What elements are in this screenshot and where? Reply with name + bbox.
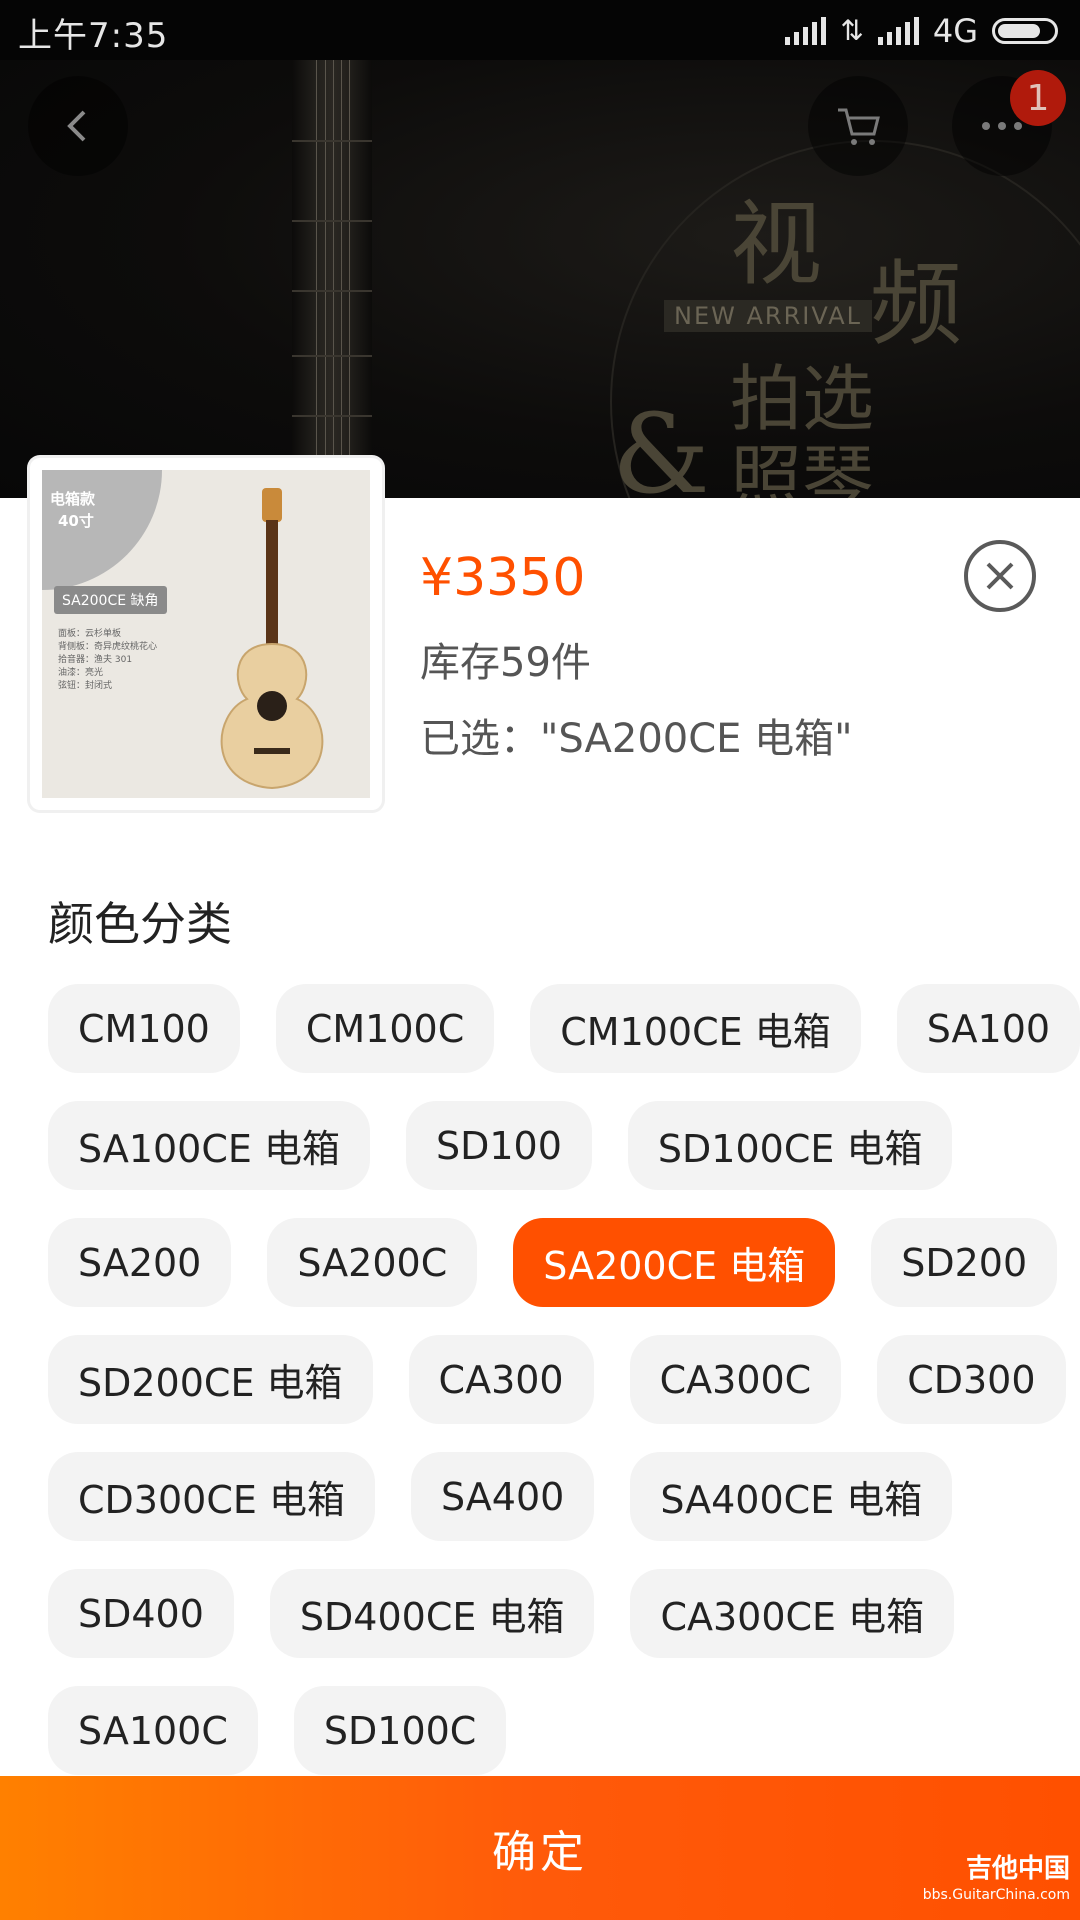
thumbnail-corner-badge: 电箱款 40寸 xyxy=(42,470,162,590)
variant-option[interactable]: CA300C xyxy=(629,1335,842,1424)
network-type: 4G xyxy=(932,12,978,50)
guitar-neck-image xyxy=(292,60,372,500)
section-title: 颜色分类 xyxy=(48,897,232,951)
variant-option[interactable]: CM100CE 电箱 xyxy=(530,984,861,1073)
variant-option[interactable]: SD100C xyxy=(293,1686,507,1775)
chevron-left-icon xyxy=(67,110,86,142)
corner-text: 电箱款 xyxy=(50,490,96,508)
data-transfer-icon: ⇅ xyxy=(840,14,864,47)
cart-icon xyxy=(838,108,880,145)
spec-line: 油漆：亮光 xyxy=(58,668,104,678)
back-button[interactable] xyxy=(28,76,128,176)
spec-line: 背侧板：奇异虎纹桃花心 xyxy=(58,642,158,652)
variant-option[interactable]: CA300CE 电箱 xyxy=(630,1569,955,1658)
option-row: CD300CE 电箱 SA400 SA400CE 电箱 xyxy=(48,1452,1048,1541)
spec-line: 面板：云杉单板 xyxy=(58,629,122,639)
variant-option[interactable]: SD100CE 电箱 xyxy=(627,1101,953,1190)
variant-option[interactable]: SD200CE 电箱 xyxy=(48,1335,373,1424)
guitar-image xyxy=(220,488,324,790)
variant-option[interactable]: CM100C xyxy=(275,984,495,1073)
variant-option[interactable]: CM100 xyxy=(48,984,240,1073)
selected-variant: 已选："SA200CE 电箱" xyxy=(420,716,853,762)
variant-option[interactable]: SD200 xyxy=(871,1218,1058,1307)
spec-line: 拾音器：渔夫 301 xyxy=(58,655,133,665)
watermark-url: bbs.GuitarChina.com xyxy=(922,1887,1070,1903)
cart-button[interactable] xyxy=(808,76,908,176)
watermark-logo: 吉他中国 bbs.GuitarChina.com xyxy=(923,1856,1070,1908)
variant-option[interactable]: SA200C xyxy=(267,1218,478,1307)
product-thumbnail[interactable]: 电箱款 40寸 SA200CE 缺角 面板：云杉单板 背侧板：奇异虎纹桃花心 拾… xyxy=(30,458,382,810)
thumbnail-model-tag: SA200CE 缺角 xyxy=(54,586,167,614)
product-price: ¥3350 xyxy=(420,548,586,608)
signal-icon-2 xyxy=(877,17,919,45)
product-stock: 库存59件 xyxy=(420,640,591,686)
variant-option[interactable]: SA200 xyxy=(48,1218,232,1307)
banner-text: 照琴 xyxy=(730,437,875,500)
status-bar: 上午7:35 ⇅ 4G xyxy=(0,0,1080,60)
variant-options: CM100 CM100C CM100CE 电箱 SA100 SA100CE 电箱 SD10… xyxy=(48,984,1080,1803)
close-button[interactable] xyxy=(964,540,1036,612)
option-row: SA100C SD100C xyxy=(48,1686,1048,1775)
thumbnail-image: 电箱款 40寸 SA200CE 缺角 面板：云杉单板 背侧板：奇异虎纹桃花心 拾… xyxy=(42,470,370,798)
option-row: SA200 SA200C SA200CE 电箱 SD200 xyxy=(48,1218,1058,1307)
option-row: SD400 SD400CE 电箱 CA300CE 电箱 xyxy=(48,1569,1048,1658)
status-icons: ⇅ 4G xyxy=(785,12,1058,50)
confirm-label: 确定 xyxy=(492,1827,588,1878)
variant-option[interactable]: CD300CE 电箱 xyxy=(48,1452,375,1541)
banner-text: 视 xyxy=(730,191,823,298)
corner-text: 40寸 xyxy=(58,512,94,530)
variant-option[interactable]: SD400 xyxy=(48,1569,234,1658)
variant-option[interactable]: SA100CE 电箱 xyxy=(48,1101,370,1190)
variant-option[interactable]: SD400CE 电箱 xyxy=(269,1569,595,1658)
watermark-text: 吉他中国 xyxy=(965,1854,1070,1884)
variant-option[interactable]: SD100 xyxy=(405,1101,592,1190)
variant-option[interactable]: SA400 xyxy=(410,1452,595,1541)
variant-option-selected[interactable]: SA200CE 电箱 xyxy=(513,1218,836,1307)
more-dots-icon xyxy=(982,122,1022,130)
option-row: SD200CE 电箱 CA300 CA300C CD300 xyxy=(48,1335,1066,1424)
banner-text: & xyxy=(612,390,710,500)
variant-option[interactable]: SA100C xyxy=(48,1686,258,1775)
close-icon xyxy=(986,562,1014,590)
cart-badge: 1 xyxy=(1010,70,1066,126)
variant-option[interactable]: CD300 xyxy=(877,1335,1066,1424)
option-row: SA100CE 电箱 SD100 SD100CE 电箱 xyxy=(48,1101,1048,1190)
option-row: CM100 CM100C CM100CE 电箱 SA100 xyxy=(48,984,1080,1073)
confirm-button[interactable]: 确定 xyxy=(0,1776,1080,1920)
variant-option[interactable]: SA400CE 电箱 xyxy=(630,1452,953,1541)
battery-icon xyxy=(992,18,1058,44)
product-banner-image: 视 频 拍选 照琴 & NEW ARRIVAL xyxy=(0,60,1080,500)
status-time: 上午7:35 xyxy=(18,16,169,56)
thumbnail-specs: 面板：云杉单板 背侧板：奇异虎纹桃花心 拾音器：渔夫 301 油漆：亮光 弦钮：… xyxy=(58,628,157,693)
spec-line: 弦钮：封闭式 xyxy=(58,681,113,691)
variant-option[interactable]: SA100 xyxy=(896,984,1080,1073)
banner-text: 频 xyxy=(870,251,963,358)
signal-icon xyxy=(785,17,827,45)
variant-option[interactable]: CA300 xyxy=(408,1335,594,1424)
new-arrival-label: NEW ARRIVAL xyxy=(664,300,872,332)
